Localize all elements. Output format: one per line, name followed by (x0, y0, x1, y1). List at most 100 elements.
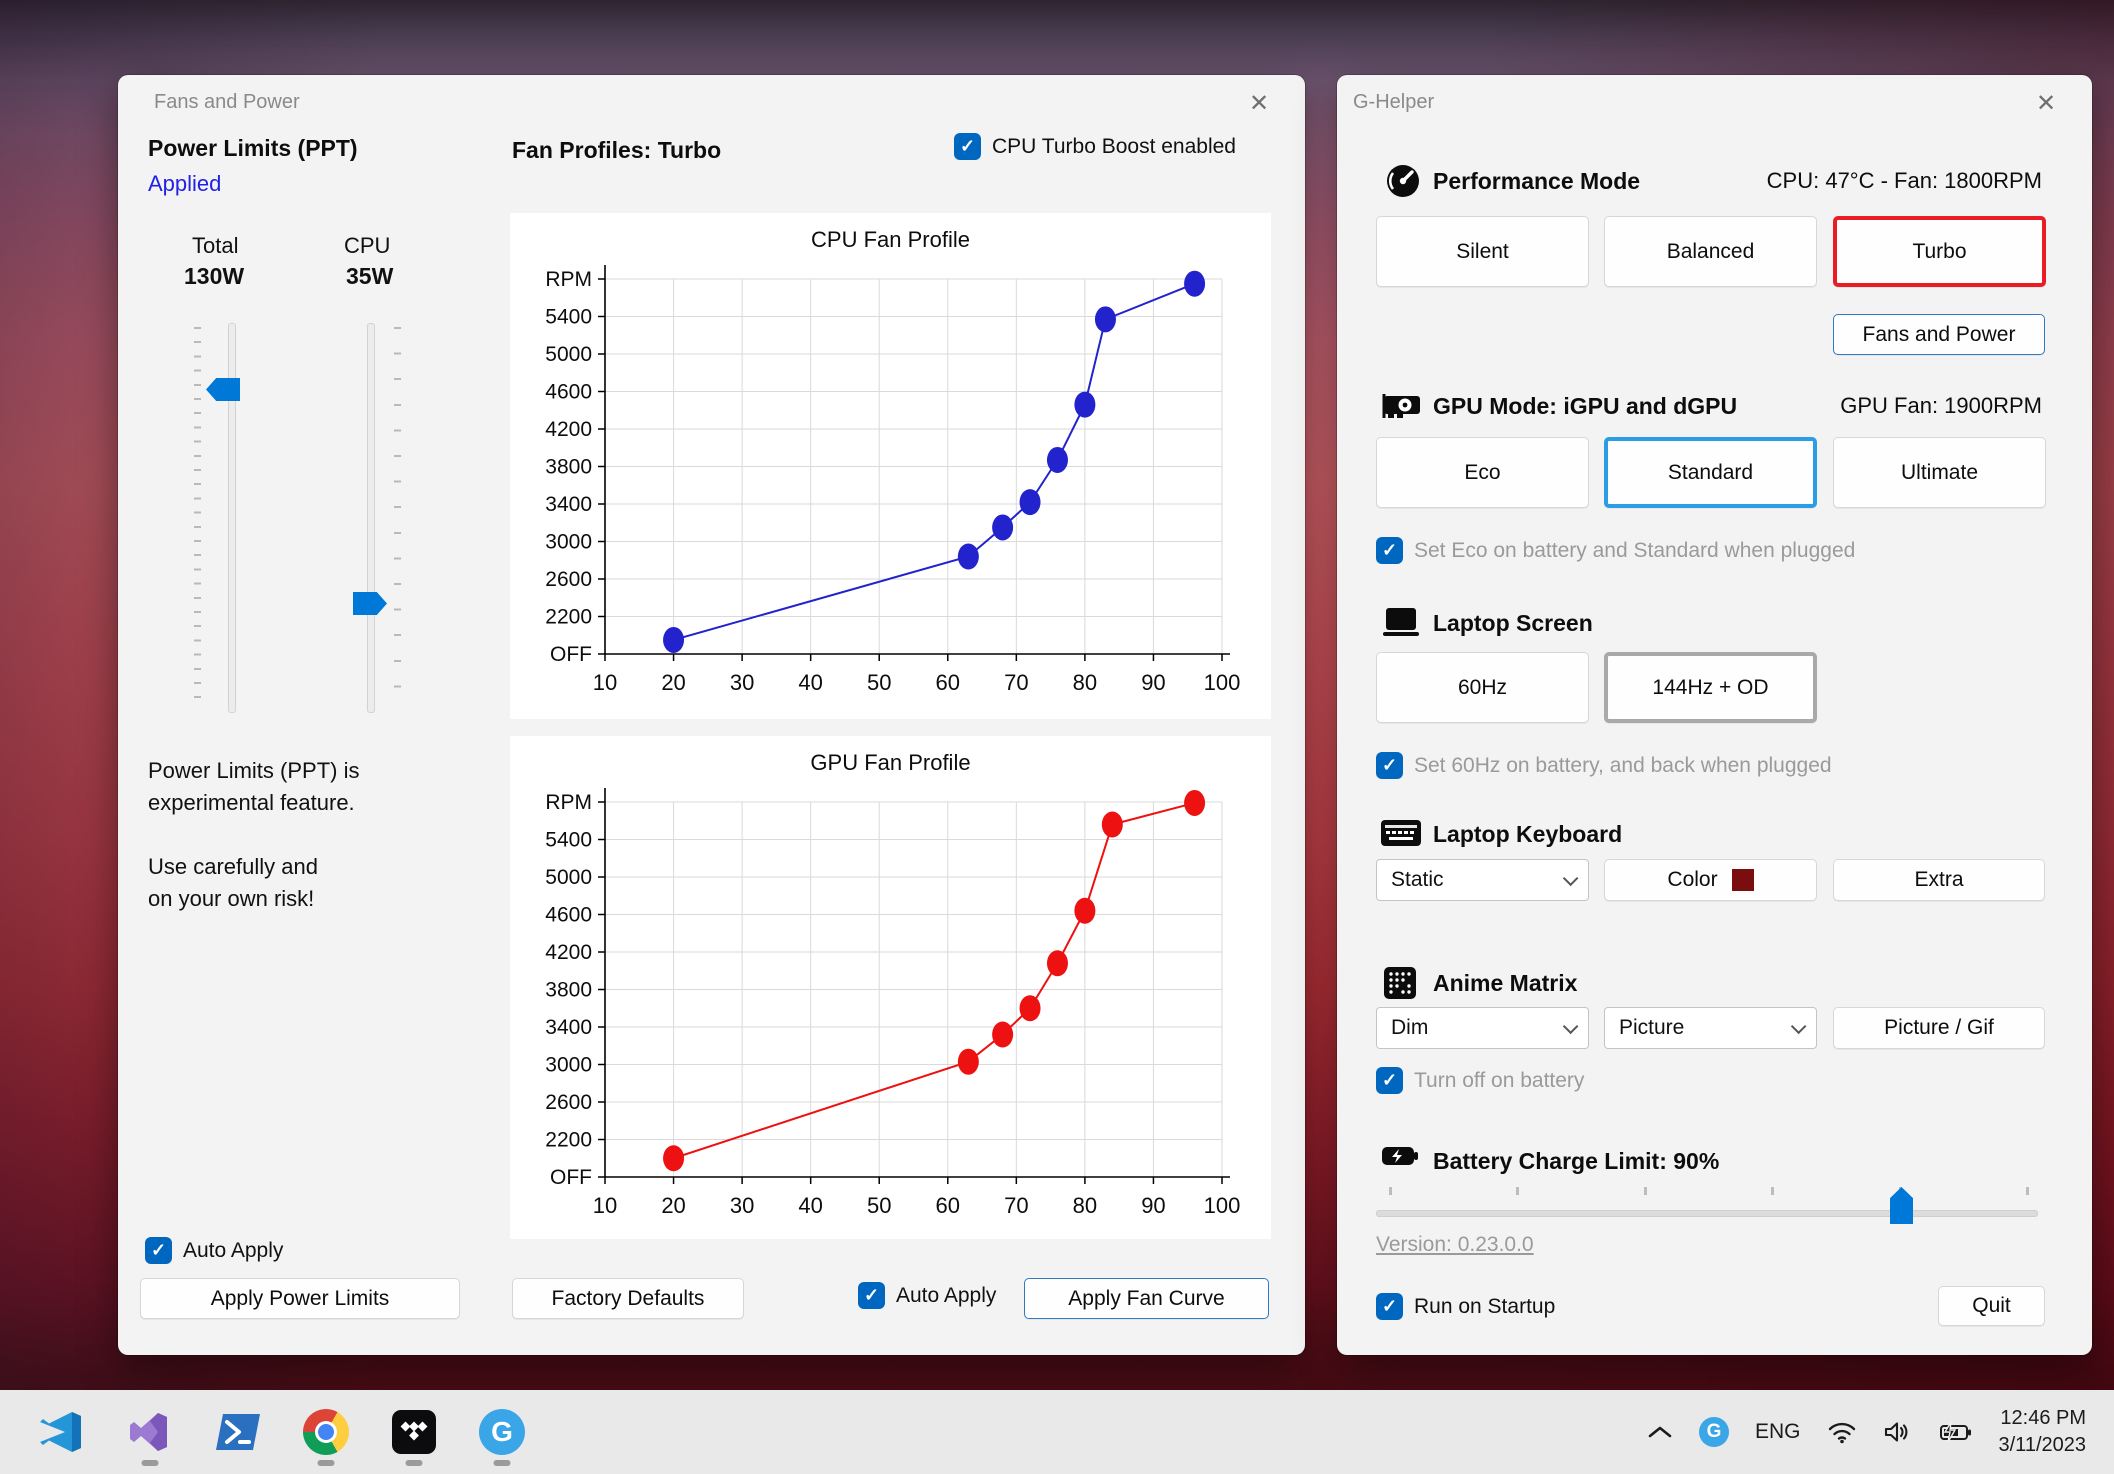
cpu-fan-profile-chart[interactable]: CPU Fan Profile RPM 5400 5000 4600 4200 3800 34… (510, 213, 1271, 719)
system-tray: G ENG 12:46 PM 3/11/2023 (1647, 1405, 2114, 1459)
matrix-brightness-dropdown[interactable]: Dim (1376, 1007, 1589, 1049)
svg-text:3800: 3800 (545, 456, 592, 479)
tray-chevron-up-icon[interactable] (1647, 1424, 1673, 1440)
svg-text:RPM: RPM (545, 268, 592, 291)
total-label: Total (192, 233, 238, 259)
keyboard-color-button[interactable]: Color (1604, 859, 1817, 901)
gpu-fan-profile-chart[interactable]: GPU Fan ProfileRPM5400500046004200380034… (510, 736, 1271, 1239)
svg-text:2200: 2200 (545, 606, 592, 629)
eco-on-battery-checkbox[interactable]: ✓ Set Eco on battery and Standard when p… (1376, 537, 1855, 564)
svg-text:3400: 3400 (545, 493, 592, 516)
keyboard-mode-dropdown[interactable]: Static (1376, 859, 1589, 901)
refresh-60hz-button[interactable]: 60Hz (1376, 652, 1589, 723)
power-limits-status: Applied (148, 171, 221, 197)
tray-language[interactable]: ENG (1755, 1420, 1801, 1444)
balanced-mode-button[interactable]: Balanced (1604, 216, 1817, 287)
running-indicator (494, 1460, 511, 1466)
svg-text:10: 10 (593, 670, 617, 695)
gpu-eco-button[interactable]: Eco (1376, 437, 1589, 508)
svg-text:40: 40 (798, 670, 822, 695)
laptop-screen-heading: Laptop Screen (1433, 610, 1593, 637)
factory-defaults-button[interactable]: Factory Defaults (512, 1278, 744, 1319)
svg-text:20: 20 (661, 1193, 685, 1218)
svg-text:90: 90 (1141, 670, 1165, 695)
svg-text:CPU Fan Profile: CPU Fan Profile (811, 227, 970, 252)
svg-text:4600: 4600 (545, 381, 592, 404)
apply-power-limits-button[interactable]: Apply Power Limits (140, 1278, 460, 1319)
svg-text:OFF: OFF (550, 1166, 592, 1189)
taskbar-chrome-icon[interactable] (290, 1396, 362, 1468)
total-slider-ticks (194, 327, 201, 709)
volume-icon[interactable] (1883, 1420, 1913, 1444)
checkbox-checked-icon: ✓ (145, 1237, 172, 1264)
tray-time: 12:46 PM (1999, 1405, 2087, 1432)
svg-text:40: 40 (798, 1193, 822, 1218)
gpu-mode-heading: GPU Mode: iGPU and dGPU (1433, 393, 1737, 420)
svg-text:3400: 3400 (545, 1016, 592, 1039)
chevron-down-icon (1563, 1018, 1579, 1034)
checkbox-checked-icon: ✓ (1376, 1293, 1403, 1320)
checkbox-checked-icon: ✓ (1376, 752, 1403, 779)
matrix-mode-dropdown[interactable]: Picture (1604, 1007, 1817, 1049)
total-slider-thumb[interactable] (206, 378, 240, 401)
fan-profiles-heading: Fan Profiles: Turbo (512, 137, 721, 164)
cpu-turbo-boost-checkbox[interactable]: ✓ CPU Turbo Boost enabled (954, 133, 1236, 160)
gpu-fan-status: GPU Fan: 1900RPM (1840, 393, 2042, 419)
cpu-slider-track[interactable] (367, 323, 375, 713)
wifi-icon[interactable] (1827, 1420, 1857, 1444)
svg-text:5400: 5400 (545, 306, 592, 329)
svg-text:5400: 5400 (545, 829, 592, 852)
auto-apply-fan-checkbox[interactable]: ✓ Auto Apply (858, 1282, 996, 1309)
svg-text:OFF: OFF (550, 643, 592, 666)
taskbar-tidal-icon[interactable] (378, 1396, 450, 1468)
taskbar-g-helper-icon[interactable]: G (466, 1396, 538, 1468)
battery-slider-ticks (1389, 1187, 2029, 1195)
svg-text:30: 30 (730, 1193, 754, 1218)
cpu-slider-thumb[interactable] (353, 592, 387, 615)
apply-fan-curve-button[interactable]: Apply Fan Curve (1024, 1278, 1269, 1319)
svg-text:80: 80 (1073, 1193, 1097, 1218)
close-icon[interactable]: ✕ (1239, 85, 1279, 121)
auto-apply-power-checkbox[interactable]: ✓ Auto Apply (145, 1237, 283, 1264)
picture-gif-button[interactable]: Picture / Gif (1833, 1007, 2045, 1049)
quit-button[interactable]: Quit (1938, 1286, 2045, 1326)
chevron-down-icon (1791, 1018, 1807, 1034)
gpu-ultimate-button[interactable]: Ultimate (1833, 437, 2046, 508)
fans-power-window: Fans and Power ✕ Power Limits (PPT) Appl… (118, 75, 1305, 1355)
gpu-standard-button[interactable]: Standard (1604, 437, 1817, 508)
refresh-144hz-button[interactable]: 144Hz + OD (1604, 652, 1817, 723)
taskbar-visual-studio-icon[interactable] (114, 1396, 186, 1468)
svg-text:5000: 5000 (545, 343, 592, 366)
running-indicator (406, 1460, 423, 1466)
taskbar-powershell-icon[interactable] (202, 1396, 274, 1468)
battery-slider-track[interactable] (1376, 1210, 2038, 1217)
svg-text:4200: 4200 (545, 941, 592, 964)
svg-text:20: 20 (661, 670, 685, 695)
performance-gauge-icon (1385, 163, 1421, 199)
battery-charging-icon[interactable] (1939, 1420, 1973, 1444)
svg-text:80: 80 (1073, 670, 1097, 695)
screen-60hz-battery-checkbox[interactable]: ✓ Set 60Hz on battery, and back when plu… (1376, 752, 1832, 779)
anime-matrix-icon (1383, 966, 1417, 1000)
taskbar-vscode-icon[interactable] (26, 1396, 98, 1468)
tray-g-helper-icon[interactable]: G (1699, 1417, 1729, 1447)
svg-text:90: 90 (1141, 1193, 1165, 1218)
close-icon[interactable]: ✕ (2026, 85, 2066, 121)
laptop-screen-icon (1381, 605, 1421, 639)
svg-text:4200: 4200 (545, 418, 592, 441)
keyboard-extra-button[interactable]: Extra (1833, 859, 2045, 901)
performance-heading: Performance Mode (1433, 168, 1640, 195)
svg-text:3000: 3000 (545, 1054, 592, 1077)
silent-mode-button[interactable]: Silent (1376, 216, 1589, 287)
anime-matrix-heading: Anime Matrix (1433, 970, 1577, 997)
version-link[interactable]: Version: 0.23.0.0 (1376, 1233, 1534, 1257)
svg-text:RPM: RPM (545, 791, 592, 814)
tray-clock[interactable]: 12:46 PM 3/11/2023 (1999, 1405, 2087, 1459)
run-on-startup-checkbox[interactable]: ✓ Run on Startup (1376, 1293, 1555, 1320)
turbo-mode-button[interactable]: Turbo (1833, 216, 2046, 287)
fans-and-power-button[interactable]: Fans and Power (1833, 314, 2045, 355)
matrix-battery-checkbox[interactable]: ✓ Turn off on battery (1376, 1067, 1584, 1094)
checkbox-checked-icon: ✓ (858, 1282, 885, 1309)
svg-text:10: 10 (593, 1193, 617, 1218)
tray-date: 3/11/2023 (1999, 1432, 2087, 1459)
